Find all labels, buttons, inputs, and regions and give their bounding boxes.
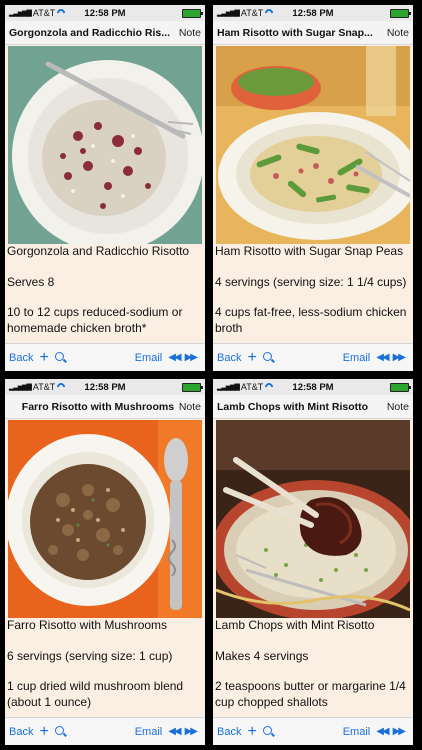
recipe-photo [216,420,410,618]
search-icon[interactable] [262,351,275,364]
toolbar: Back + Email ◀◀ ▶▶ [5,343,205,371]
phone-screen-1: ▂▃▅▆▇ AT&T 12:58 PM Gorgonzola and Radicc… [5,5,205,371]
nav-bar: Ham Risotto with Sugar Snap... Note [213,21,413,45]
email-button[interactable]: Email [135,726,163,738]
add-icon[interactable]: + [39,349,48,366]
next-icon[interactable]: ▶▶ [185,726,198,737]
previous-icon[interactable]: ◀◀ [168,352,181,363]
carrier-label: AT&T [240,382,264,392]
previous-icon[interactable]: ◀◀ [168,726,181,737]
add-icon[interactable]: + [39,723,48,740]
wifi-icon [57,9,67,17]
toolbar: Back + Email ◀◀ ▶▶ [213,343,413,371]
previous-icon[interactable]: ◀◀ [376,726,389,737]
email-button[interactable]: Email [135,352,163,364]
phone-screen-2: ▂▃▅▆▇ AT&T 12:58 PM Ham Risotto with Suga… [213,5,413,371]
recipe-line: 1 cup dried wild mushroom blend (about 1… [7,679,184,709]
carrier-label: AT&T [240,8,264,18]
recipe-text: Ham Risotto with Sugar Snap Peas 4 servi… [213,244,413,342]
battery-icon [390,382,411,392]
note-button[interactable]: Note [179,27,201,39]
add-icon[interactable]: + [247,349,256,366]
carrier-label: AT&T [32,382,56,392]
recipe-text: Lamb Chops with Mint Risotto Makes 4 ser… [213,618,413,716]
nav-bar: Gorgonzola and Radicchio Ris... Note [5,21,205,45]
status-bar: ▂▃▅▆▇ AT&T 12:58 PM [5,5,205,21]
recipe-photo [8,46,202,244]
recipe-title: Gorgonzola and Radicchio Ris... [9,26,171,39]
status-time: 12:58 PM [84,381,126,393]
previous-icon[interactable]: ◀◀ [376,352,389,363]
carrier-label: AT&T [32,8,56,18]
recipe-title: Farro Risotto with Mushrooms [21,400,175,413]
recipe-line: 10 to 12 cups reduced-sodium or homemade… [7,305,183,335]
recipe-line: Gorgonzola and Radicchio Risotto [7,244,190,258]
status-time: 12:58 PM [292,381,334,393]
status-bar: ▂▃▅▆▇ AT&T 12:58 PM [5,379,205,395]
battery-icon [390,8,411,18]
recipe-line: 4 cups fat-free, less-sodium chicken bro… [215,305,407,335]
recipe-line: Farro Risotto with Mushrooms [7,618,168,632]
add-icon[interactable]: + [247,723,256,740]
phone-screen-3: ▂▃▅▆▇ AT&T 12:58 PM Farro Risotto with Mu… [5,379,205,745]
next-icon[interactable]: ▶▶ [393,352,406,363]
recipe-line: 6 servings (serving size: 1 cup) [7,648,173,663]
search-icon[interactable] [54,351,67,364]
next-icon[interactable]: ▶▶ [393,726,406,737]
signal-icon: ▂▃▅▆▇ [9,10,32,17]
battery-icon [182,382,203,392]
recipe-line: 4 servings (serving size: 1 1/4 cups) [215,274,407,289]
signal-icon: ▂▃▅▆▇ [9,384,32,391]
next-icon[interactable]: ▶▶ [185,352,198,363]
recipe-text: Farro Risotto with Mushrooms 6 servings … [5,618,205,716]
recipe-line: Makes 4 servings [215,648,309,663]
recipe-line: Serves 8 [7,274,55,289]
note-button[interactable]: Note [387,27,409,39]
nav-bar: Lamb Chops with Mint Risotto Note [213,395,413,419]
phone-screen-4: ▂▃▅▆▇ AT&T 12:58 PM Lamb Chops with Mint … [213,379,413,745]
status-bar: ▂▃▅▆▇ AT&T 12:58 PM [213,5,413,21]
recipe-title: Lamb Chops with Mint Risotto [217,400,369,413]
battery-icon [182,8,203,18]
recipe-line: Ham Risotto with Sugar Snap Peas [215,244,404,258]
note-button[interactable]: Note [179,401,201,413]
email-button[interactable]: Email [343,352,371,364]
signal-icon: ▂▃▅▆▇ [217,10,240,17]
toolbar: Back + Email ◀◀ ▶▶ [5,717,205,745]
search-icon[interactable] [262,725,275,738]
recipe-title: Ham Risotto with Sugar Snap... [217,26,373,39]
back-button[interactable]: Back [217,352,241,364]
status-time: 12:58 PM [84,7,126,19]
recipe-line: Lamb Chops with Mint Risotto [215,618,375,632]
recipe-text: Gorgonzola and Radicchio Risotto Serves … [5,244,205,342]
recipe-line: 2 teaspoons butter or margarine 1/4 cup … [215,679,406,709]
wifi-icon [57,383,67,391]
status-time: 12:58 PM [292,7,334,19]
search-icon[interactable] [54,725,67,738]
wifi-icon [265,383,275,391]
recipe-photo [8,420,202,618]
email-button[interactable]: Email [343,726,371,738]
back-button[interactable]: Back [9,726,33,738]
note-button[interactable]: Note [387,401,409,413]
nav-bar: Farro Risotto with Mushrooms Note [5,395,205,419]
back-button[interactable]: Back [9,352,33,364]
signal-icon: ▂▃▅▆▇ [217,384,240,391]
toolbar: Back + Email ◀◀ ▶▶ [213,717,413,745]
recipe-photo [216,46,410,244]
back-button[interactable]: Back [217,726,241,738]
status-bar: ▂▃▅▆▇ AT&T 12:58 PM [213,379,413,395]
wifi-icon [265,9,275,17]
